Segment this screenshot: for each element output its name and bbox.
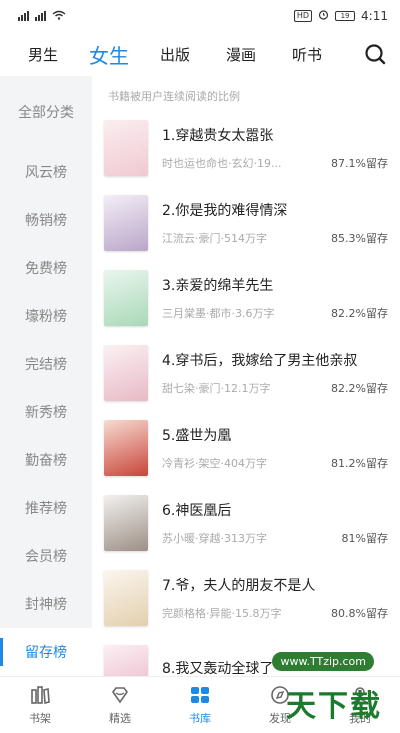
diamond-icon — [112, 687, 128, 704]
sidebar-item-diligent[interactable]: 勤奋榜 — [0, 436, 92, 484]
list-subtitle: 书籍被用户连续阅读的比例 — [108, 90, 240, 103]
book-meta: 江流云·豪门·514万字 — [162, 231, 267, 245]
book-title: 2.你是我的难得情深 — [162, 202, 288, 219]
retention-rate: 82.2%留存 — [331, 381, 388, 395]
book-item[interactable]: 5.盛世为凰 冷青衫·架空·404万字 81.2%留存 — [92, 410, 400, 485]
sidebar-item-newcomer[interactable]: 新秀榜 — [0, 388, 92, 436]
tab-male[interactable]: 男生 — [10, 44, 76, 65]
book-cover — [104, 569, 148, 626]
ranking-sidebar: 全部分类 风云榜 畅销榜 免费榜 壕粉榜 完结榜 新秀榜 勤奋榜 推荐榜 会员榜… — [0, 76, 92, 676]
tab-audio[interactable]: 听书 — [274, 44, 340, 65]
tab-publish[interactable]: 出版 — [142, 44, 208, 65]
retention-rate: 81%留存 — [341, 531, 388, 545]
sidebar-item-recommend[interactable]: 推荐榜 — [0, 484, 92, 532]
tab-comic[interactable]: 漫画 — [208, 44, 274, 65]
watermark-url: www.TTzip.com — [272, 652, 374, 671]
sidebar-item-member[interactable]: 会员榜 — [0, 532, 92, 580]
sidebar-item-completed[interactable]: 完结榜 — [0, 340, 92, 388]
grid-icon — [191, 687, 209, 703]
signal-icon — [35, 11, 46, 21]
book-meta: 苏小暖·穿越·313万字 — [162, 531, 267, 545]
battery-icon: 19 — [335, 11, 356, 21]
retention-rate: 81.2%留存 — [331, 456, 388, 470]
bookshelf-icon — [31, 686, 50, 705]
status-bar: HD 19 4:11 — [0, 0, 400, 32]
book-item[interactable]: 4.穿书后，我嫁给了男主他亲叔 甜七染·豪门·12.1万字 82.2%留存 — [92, 335, 400, 410]
retention-rate: 82.2%留存 — [331, 306, 388, 320]
book-cover — [104, 269, 148, 326]
sidebar-item-all[interactable]: 全部分类 — [0, 76, 92, 148]
sidebar-item-god[interactable]: 封神榜 — [0, 580, 92, 628]
book-meta: 完颜格格·异能·15.8万字 — [162, 606, 282, 620]
sidebar-item-fans[interactable]: 壕粉榜 — [0, 292, 92, 340]
search-icon[interactable] — [364, 43, 386, 65]
tab-female[interactable]: 女生 — [76, 40, 142, 69]
retention-rate: 80.8%留存 — [331, 606, 388, 620]
book-item[interactable]: 3.亲爱的绵羊先生 三月棠墨·都市·3.6万字 82.2%留存 — [92, 260, 400, 335]
retention-rate: 85.3%留存 — [331, 231, 388, 245]
book-item[interactable]: 2.你是我的难得情深 江流云·豪门·514万字 85.3%留存 — [92, 185, 400, 260]
nav-library[interactable]: 书库 — [160, 677, 240, 733]
retention-rate: 87.1%留存 — [331, 156, 388, 170]
book-item[interactable]: 7.爷，夫人的朋友不是人 完颜格格·异能·15.8万字 80.8%留存 — [92, 560, 400, 635]
book-title: 4.穿书后，我嫁给了男主他亲叔 — [162, 352, 358, 369]
nav-label: 书架 — [29, 712, 51, 725]
book-meta: 三月棠墨·都市·3.6万字 — [162, 306, 275, 320]
sidebar-item-bestseller[interactable]: 畅销榜 — [0, 196, 92, 244]
top-category-nav: 男生 女生 出版 漫画 听书 — [0, 32, 400, 76]
sidebar-item-free[interactable]: 免费榜 — [0, 244, 92, 292]
book-cover — [104, 419, 148, 476]
nav-featured[interactable]: 精选 — [80, 677, 160, 733]
book-item[interactable]: 1.穿越贵女太嚣张 时也运也命也·玄幻·19... 87.1%留存 — [92, 110, 400, 185]
book-cover — [104, 194, 148, 251]
hd-badge: HD — [293, 10, 313, 22]
book-item[interactable]: 6.神医凰后 苏小暖·穿越·313万字 81%留存 — [92, 485, 400, 560]
alarm-icon — [318, 9, 329, 23]
wifi-icon — [52, 10, 66, 23]
book-title: 3.亲爱的绵羊先生 — [162, 277, 274, 294]
nav-label: 书库 — [189, 712, 211, 725]
nav-bookshelf[interactable]: 书架 — [0, 677, 80, 733]
book-cover — [104, 344, 148, 401]
sidebar-item-fengyun[interactable]: 风云榜 — [0, 148, 92, 196]
book-cover — [104, 119, 148, 176]
book-meta: 甜七染·豪门·12.1万字 — [162, 381, 271, 395]
watermark-logo: 天下载 — [286, 689, 382, 724]
sidebar-item-retention[interactable]: 留存榜 — [0, 628, 92, 676]
book-cover — [104, 644, 148, 676]
book-meta: 时也运也命也·玄幻·19... — [162, 156, 282, 170]
status-time: 4:11 — [361, 9, 388, 23]
ranking-list: 书籍被用户连续阅读的比例 1.穿越贵女太嚣张 时也运也命也·玄幻·19... 87… — [92, 76, 400, 676]
book-title: 5.盛世为凰 — [162, 427, 232, 444]
book-title: 7.爷，夫人的朋友不是人 — [162, 577, 316, 594]
book-title: 1.穿越贵女太嚣张 — [162, 127, 274, 144]
nav-label: 精选 — [109, 712, 131, 725]
book-cover — [104, 494, 148, 551]
book-title: 6.神医凰后 — [162, 502, 232, 519]
signal-icon — [18, 11, 29, 21]
book-meta: 冷青衫·架空·404万字 — [162, 456, 267, 470]
